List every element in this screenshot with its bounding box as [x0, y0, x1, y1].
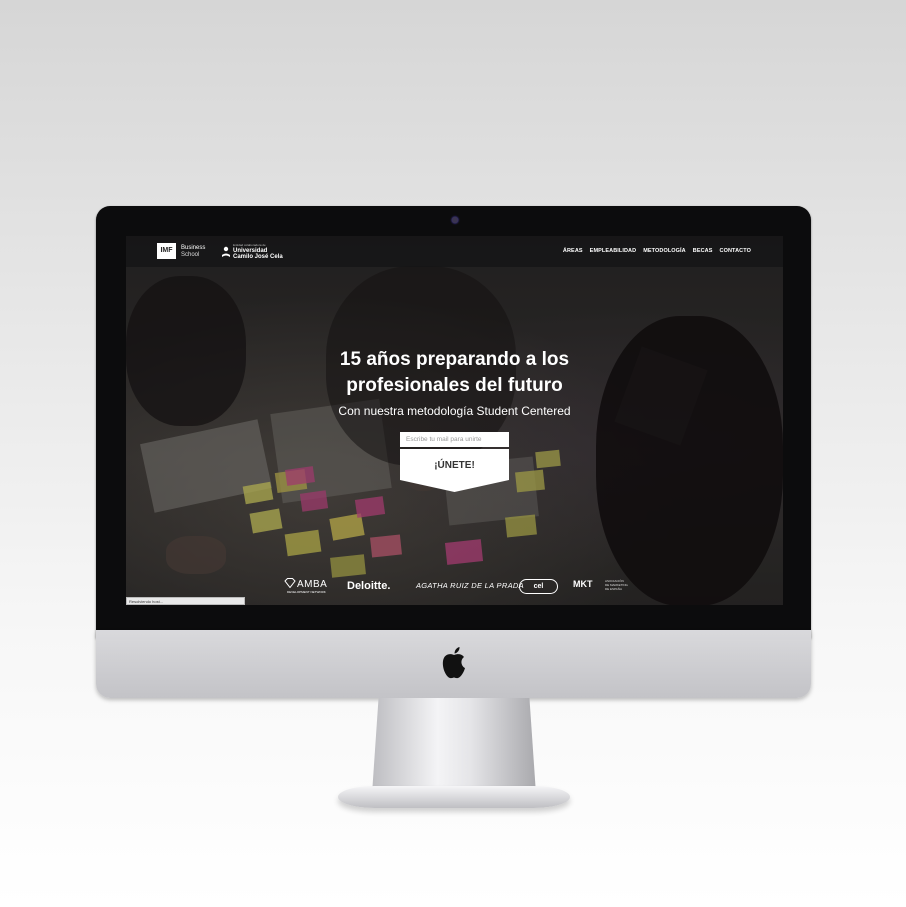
amba-text: AMBA — [297, 579, 328, 590]
ucjc-caption: Entidad colaboradora de — [233, 243, 266, 247]
monitor-stand-base — [338, 786, 570, 808]
hero-title-line1: 15 años preparando a los — [339, 349, 570, 370]
ucjc-name-line2: Camilo José Cela — [233, 254, 283, 260]
email-input[interactable] — [400, 432, 509, 447]
amba-subtext: DEVELOPMENT NETWORK — [287, 590, 326, 594]
mkt-caption-line: DE ESPAÑA — [605, 587, 622, 591]
nav-item-areas[interactable]: ÁREAS — [563, 248, 583, 254]
nav-item-contacto[interactable]: CONTACTO — [720, 248, 751, 254]
partner-cel: cel — [519, 579, 558, 594]
partner-mkt: MKT — [573, 579, 593, 589]
partner-deloitte: Deloitte. — [347, 580, 391, 592]
join-button-label: ¡ÚNETE! — [434, 460, 475, 471]
partner-logos: AMBA DEVELOPMENT NETWORK Deloitte. AGATH… — [126, 576, 783, 598]
partner-mkt-caption: ASOCIACIÓN DE MARKETING DE ESPAÑA — [605, 579, 628, 591]
logo-business-text: Business — [181, 245, 206, 251]
nav-item-becas[interactable]: BECAS — [693, 248, 713, 254]
camera-dot — [452, 217, 458, 223]
partner-agatha: AGATHA RUIZ DE LA PRADA — [416, 581, 524, 590]
apple-logo-icon — [442, 647, 465, 679]
site-header: IMF Business School Entidad colaboradora… — [126, 236, 783, 267]
hero-subtitle: Con nuestra metodología Student Centered — [338, 404, 571, 418]
imf-logo[interactable]: IMF — [157, 243, 176, 259]
main-nav: ÁREAS EMPLEABILIDAD METODOLOGÍA BECAS CO… — [563, 248, 751, 254]
amba-diamond-icon — [284, 578, 296, 588]
monitor-stand — [372, 698, 536, 794]
nav-item-metodologia[interactable]: METODOLOGÍA — [643, 248, 686, 254]
hero-overlay — [126, 236, 783, 605]
logo-school-text: School — [181, 252, 200, 258]
browser-status-bar: Resolviendo host... — [126, 597, 245, 605]
nav-item-empleabilidad[interactable]: EMPLEABILIDAD — [590, 248, 637, 254]
ucjc-emblem-icon — [222, 246, 230, 257]
website-screen: IMF Business School Entidad colaboradora… — [126, 236, 783, 605]
hero-title-line2: profesionales del futuro — [346, 375, 563, 396]
